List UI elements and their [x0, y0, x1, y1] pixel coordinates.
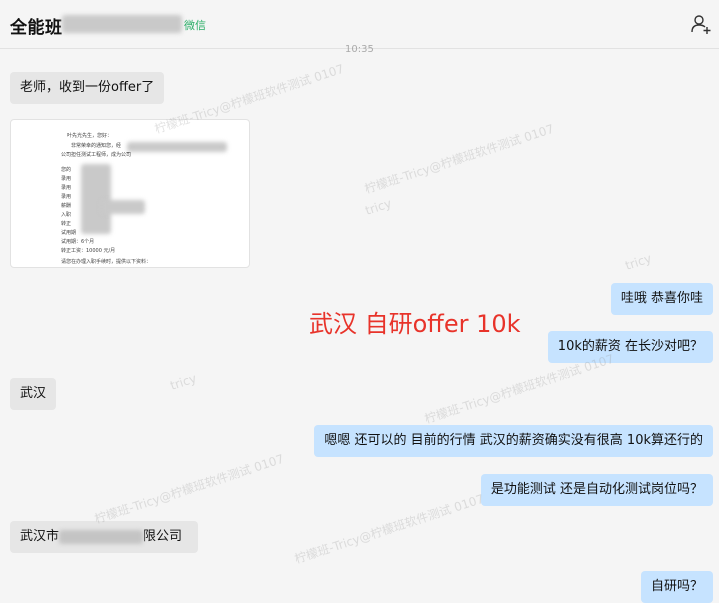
- redacted-area: [81, 164, 111, 234]
- doc-greeting: 叶先光先生，您好：: [67, 133, 113, 139]
- message-bubble-out[interactable]: 10k的薪资 在长沙对吧？: [547, 331, 713, 363]
- doc-row: 试用期：6个月: [61, 239, 95, 245]
- redacted-company: [59, 529, 144, 544]
- doc-note: 请您在办理入职手续时，提供以下资料：: [61, 259, 152, 265]
- doc-line: 公司担任测试工程师，成为公司: [61, 152, 132, 158]
- offer-letter-image[interactable]: 叶先光先生，您好： 非常荣幸的通知您，经 公司担任测试工程师，成为公司 您的 录…: [10, 119, 250, 268]
- watermark: 柠檬班-Tricy@柠檬班软件测试 0107: [362, 121, 556, 197]
- watermark: tricy: [363, 196, 394, 218]
- doc-row: 录用: [61, 194, 72, 200]
- doc-row: 试用期: [61, 230, 77, 236]
- chat-title[interactable]: 全能班: [10, 13, 63, 38]
- doc-row: 录用: [61, 185, 72, 191]
- watermark: tricy: [168, 371, 199, 393]
- watermark: 柠檬班-Tricy@柠檬班软件测试 0107: [92, 451, 286, 527]
- message-bubble-out[interactable]: 自研吗？: [640, 571, 713, 603]
- doc-line: 非常荣幸的通知您，经: [71, 143, 122, 149]
- message-bubble-out[interactable]: 哇哦 恭喜你哇: [610, 283, 713, 315]
- message-timestamp: 10:35: [345, 44, 374, 55]
- doc-row: 您的: [61, 167, 72, 173]
- message-bubble-in[interactable]: 老师，收到一份offer了: [10, 72, 165, 104]
- message-bubble-in[interactable]: 武汉: [10, 378, 57, 410]
- redacted-group-name: [62, 15, 182, 33]
- watermark: 柠檬班-Tricy@柠檬班软件测试 0107: [292, 491, 486, 567]
- company-prefix: 武汉市: [20, 529, 60, 544]
- doc-row: 入职: [61, 212, 72, 218]
- red-annotation: 武汉 自研offer 10k: [309, 310, 521, 338]
- redacted-area: [101, 200, 145, 214]
- message-bubble-in[interactable]: 武汉市 限公司: [10, 521, 198, 553]
- message-bubble-out[interactable]: 是功能测试 还是自动化测试岗位吗？: [480, 474, 713, 506]
- doc-row: 录用: [61, 176, 72, 182]
- wechat-tag: 微信: [184, 19, 206, 32]
- watermark: tricy: [623, 251, 654, 273]
- company-suffix: 限公司: [143, 529, 183, 544]
- chat-header: 全能班 微信: [0, 0, 719, 49]
- message-bubble-out[interactable]: 嗯嗯 还可以的 目前的行情 武汉的薪资确实没有很高 10k算还行的: [314, 425, 713, 457]
- doc-row: 薪酬: [61, 203, 72, 209]
- add-member-icon[interactable]: [690, 13, 712, 35]
- redacted-area: [127, 142, 227, 152]
- doc-row: 转正工资：10000 元/月: [61, 248, 116, 254]
- doc-row: 转正: [61, 221, 72, 227]
